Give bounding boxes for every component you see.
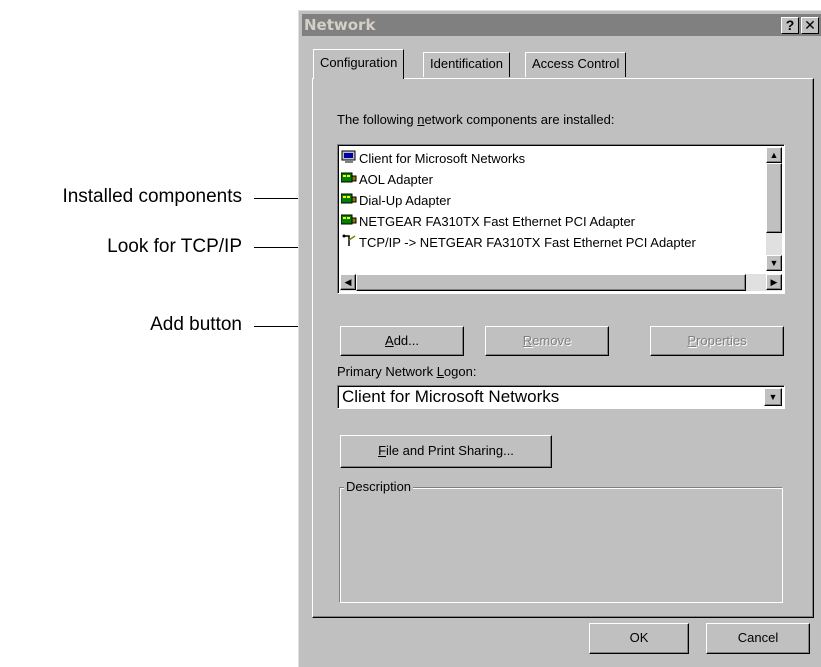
configuration-panel: The following network components are ins… [312, 78, 814, 618]
list-item[interactable]: NETGEAR FA310TX Fast Ethernet PCI Adapte… [340, 211, 635, 233]
client-icon [341, 149, 357, 170]
horizontal-scroll-thumb[interactable] [356, 274, 746, 291]
primary-logon-dropdown[interactable]: Client for Microsoft Networks ▼ [337, 385, 785, 409]
tab-identification[interactable]: Identification [423, 52, 510, 77]
properties-button[interactable]: Properties [650, 326, 784, 356]
protocol-icon [341, 233, 357, 254]
description-title: Description [344, 479, 414, 495]
components-horizontal-scrollbar[interactable]: ◀ ▶ [340, 274, 782, 291]
tab-access-control[interactable]: Access Control [525, 52, 627, 77]
callout-add-button: Add button [150, 314, 242, 335]
help-button[interactable]: ? [781, 17, 799, 34]
primary-logon-value: Client for Microsoft Networks [342, 387, 560, 406]
components-vertical-scrollbar[interactable]: ▲ ▼ [766, 147, 782, 271]
title-bar[interactable]: Network ? ✕ [302, 14, 821, 36]
network-dialog: Network ? ✕ Configuration Identification… [298, 10, 821, 667]
components-listbox[interactable]: Client for Microsoft Networks AOL Adapte… [337, 144, 785, 294]
primary-logon-label: Primary Network Logon: [337, 364, 477, 379]
scroll-up-arrow-icon[interactable]: ▲ [766, 147, 782, 163]
list-item[interactable]: Dial-Up Adapter [340, 190, 451, 212]
components-label: The following network components are ins… [337, 112, 615, 127]
list-item[interactable]: AOL Adapter [340, 169, 433, 191]
list-item[interactable]: Client for Microsoft Networks [341, 148, 525, 169]
callout-look-for-tcpip: Look for TCP/IP [107, 236, 242, 257]
window-title: Network [304, 16, 376, 34]
chevron-down-icon[interactable]: ▼ [764, 388, 782, 406]
adapter-icon [340, 191, 357, 212]
callout-installed-components: Installed components [62, 186, 242, 207]
cancel-button[interactable]: Cancel [706, 623, 810, 654]
ok-button[interactable]: OK [589, 623, 689, 654]
scroll-right-arrow-icon[interactable]: ▶ [766, 274, 782, 290]
file-print-sharing-button[interactable]: File and Print Sharing... [340, 435, 552, 468]
adapter-icon [340, 170, 357, 191]
tab-configuration[interactable]: Configuration [313, 49, 405, 79]
vertical-scroll-thumb[interactable] [766, 163, 782, 233]
adapter-icon [340, 212, 357, 233]
description-groupbox: Description [339, 479, 783, 603]
list-item[interactable]: TCP/IP -> NETGEAR FA310TX Fast Ethernet … [341, 232, 696, 253]
scroll-left-arrow-icon[interactable]: ◀ [340, 274, 356, 290]
scroll-down-arrow-icon[interactable]: ▼ [766, 255, 782, 271]
add-button[interactable]: Add... [340, 326, 464, 356]
remove-button[interactable]: Remove [485, 326, 609, 356]
close-button[interactable]: ✕ [801, 17, 819, 34]
